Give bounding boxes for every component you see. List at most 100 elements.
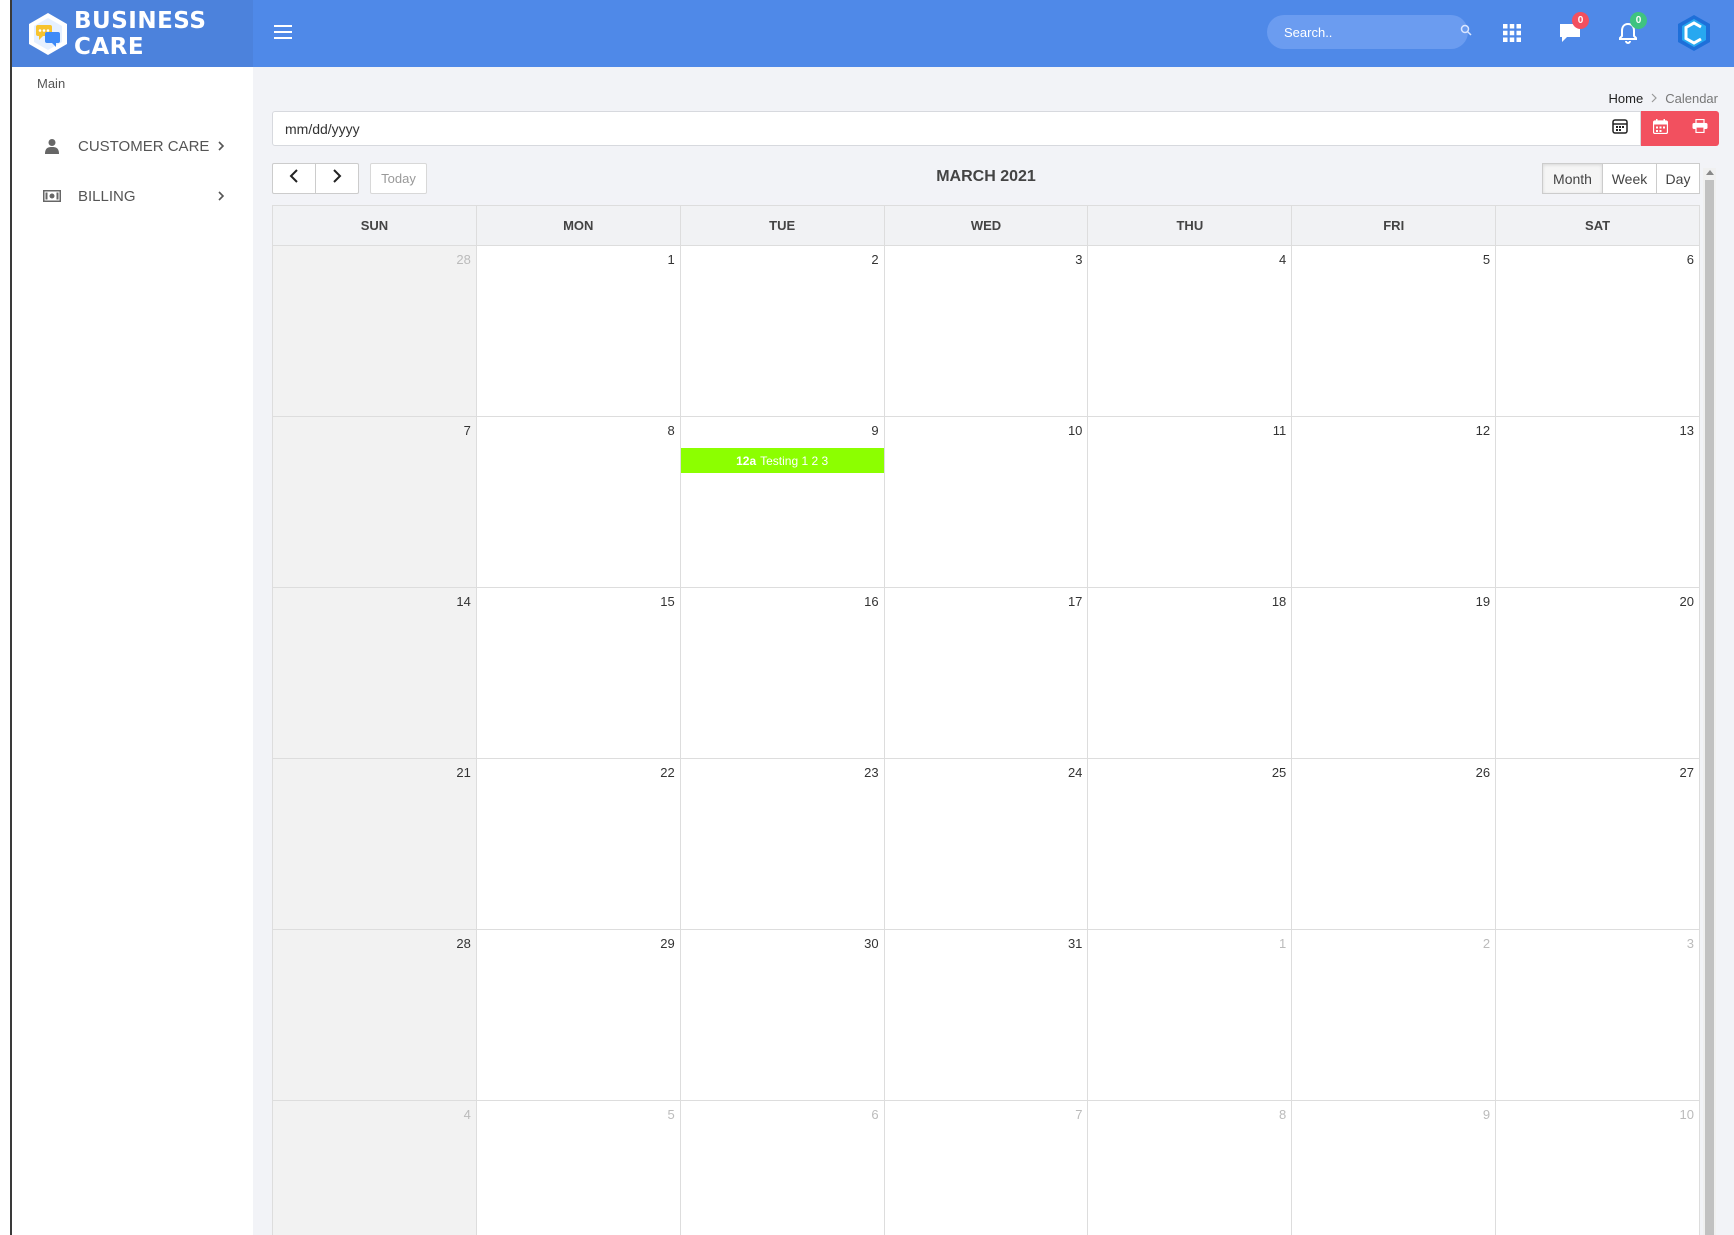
day-cell[interactable]: 22 <box>476 759 681 930</box>
day-number[interactable]: 4 <box>1279 252 1286 267</box>
day-number[interactable]: 16 <box>864 594 878 609</box>
day-cell[interactable]: 21 <box>273 759 477 930</box>
day-number[interactable]: 21 <box>456 765 470 780</box>
date-picker-icon[interactable] <box>1612 118 1628 139</box>
day-cell[interactable]: 9 12a Testing 1 2 3 <box>680 417 885 588</box>
calendar-filter-button[interactable] <box>1641 111 1680 146</box>
day-number[interactable]: 22 <box>660 765 674 780</box>
day-cell[interactable]: 6 <box>680 1101 885 1235</box>
day-number[interactable]: 27 <box>1680 765 1694 780</box>
apps-grid-icon[interactable] <box>1497 18 1527 48</box>
day-cell[interactable]: 3 <box>1496 930 1700 1101</box>
vertical-scrollbar[interactable] <box>1703 168 1716 1235</box>
day-cell[interactable]: 7 <box>273 417 477 588</box>
day-number[interactable]: 3 <box>1687 936 1694 951</box>
day-cell[interactable]: 15 <box>476 588 681 759</box>
day-cell[interactable]: 28 <box>273 930 477 1101</box>
day-cell[interactable]: 14 <box>273 588 477 759</box>
day-cell[interactable]: 26 <box>1292 759 1497 930</box>
day-cell[interactable]: 10 <box>884 417 1089 588</box>
day-number[interactable]: 7 <box>1075 1107 1082 1122</box>
day-number[interactable]: 8 <box>1279 1107 1286 1122</box>
day-number[interactable]: 14 <box>456 594 470 609</box>
day-cell[interactable]: 5 <box>1292 246 1497 417</box>
day-cell[interactable]: 24 <box>884 759 1089 930</box>
day-number[interactable]: 13 <box>1680 423 1694 438</box>
day-cell[interactable]: 1 <box>1088 930 1293 1101</box>
day-number[interactable]: 8 <box>667 423 674 438</box>
day-number[interactable]: 15 <box>660 594 674 609</box>
day-number[interactable]: 3 <box>1075 252 1082 267</box>
brand-logo[interactable]: BUSINESS CARE <box>12 0 253 67</box>
scroll-up-arrow-icon[interactable] <box>1706 170 1714 175</box>
day-number[interactable]: 24 <box>1068 765 1082 780</box>
prev-month-button[interactable] <box>272 163 316 194</box>
day-cell[interactable]: 5 <box>476 1101 681 1235</box>
day-number[interactable]: 10 <box>1068 423 1082 438</box>
view-day-button[interactable]: Day <box>1656 163 1700 194</box>
day-number[interactable]: 9 <box>1483 1107 1490 1122</box>
day-cell[interactable]: 4 <box>273 1101 477 1235</box>
day-number[interactable]: 5 <box>667 1107 674 1122</box>
day-cell[interactable]: 8 <box>1088 1101 1293 1235</box>
day-cell[interactable]: 2 <box>680 246 885 417</box>
day-cell[interactable]: 16 <box>680 588 885 759</box>
calendar-event[interactable]: 12a Testing 1 2 3 <box>680 448 884 473</box>
day-number[interactable]: 12 <box>1476 423 1490 438</box>
day-cell[interactable]: 10 <box>1496 1101 1700 1235</box>
next-month-button[interactable] <box>315 163 359 194</box>
day-number[interactable]: 19 <box>1476 594 1490 609</box>
day-cell[interactable]: 6 <box>1496 246 1700 417</box>
day-number[interactable]: 10 <box>1680 1107 1694 1122</box>
day-cell[interactable]: 11 <box>1088 417 1293 588</box>
day-number[interactable]: 7 <box>464 423 471 438</box>
day-number[interactable]: 17 <box>1068 594 1082 609</box>
print-button[interactable] <box>1680 111 1719 146</box>
day-number[interactable]: 30 <box>864 936 878 951</box>
notifications-bell-icon[interactable]: 0 <box>1613 12 1647 48</box>
date-input[interactable] <box>285 120 1612 137</box>
sidebar-item-billing[interactable]: BILLING <box>12 176 253 216</box>
day-number[interactable]: 25 <box>1272 765 1286 780</box>
menu-toggle-icon[interactable] <box>272 21 294 43</box>
day-cell[interactable]: 19 <box>1292 588 1497 759</box>
day-number[interactable]: 26 <box>1476 765 1490 780</box>
view-month-button[interactable]: Month <box>1542 163 1603 194</box>
day-cell[interactable]: 17 <box>884 588 1089 759</box>
day-number[interactable]: 4 <box>464 1107 471 1122</box>
day-cell[interactable]: 12 <box>1292 417 1497 588</box>
day-cell[interactable]: 9 <box>1292 1101 1497 1235</box>
day-number[interactable]: 6 <box>871 1107 878 1122</box>
day-number[interactable]: 31 <box>1068 936 1082 951</box>
day-cell[interactable]: 29 <box>476 930 681 1101</box>
day-cell[interactable]: 4 <box>1088 246 1293 417</box>
day-cell[interactable]: 31 <box>884 930 1089 1101</box>
day-cell[interactable]: 20 <box>1496 588 1700 759</box>
day-number[interactable]: 29 <box>660 936 674 951</box>
scrollbar-thumb[interactable] <box>1705 180 1714 1235</box>
search-input[interactable] <box>1284 24 1460 40</box>
day-cell[interactable]: 28 <box>273 246 477 417</box>
day-cell[interactable]: 1 <box>476 246 681 417</box>
day-number[interactable]: 1 <box>1279 936 1286 951</box>
messages-icon[interactable]: 0 <box>1555 12 1589 48</box>
day-number[interactable]: 5 <box>1483 252 1490 267</box>
day-cell[interactable]: 25 <box>1088 759 1293 930</box>
day-cell[interactable]: 3 <box>884 246 1089 417</box>
day-number[interactable]: 28 <box>456 252 470 267</box>
day-cell[interactable]: 30 <box>680 930 885 1101</box>
day-number[interactable]: 23 <box>864 765 878 780</box>
day-number[interactable]: 11 <box>1273 423 1287 438</box>
search-icon[interactable] <box>1460 23 1472 41</box>
breadcrumb-home[interactable]: Home <box>1609 91 1644 106</box>
day-number[interactable]: 9 <box>871 423 878 438</box>
day-cell[interactable]: 18 <box>1088 588 1293 759</box>
day-number[interactable]: 20 <box>1680 594 1694 609</box>
view-week-button[interactable]: Week <box>1602 163 1657 194</box>
day-cell[interactable]: 13 <box>1496 417 1700 588</box>
day-cell[interactable]: 2 <box>1292 930 1497 1101</box>
sidebar-item-customer-care[interactable]: CUSTOMER CARE <box>12 126 253 166</box>
day-number[interactable]: 1 <box>667 252 674 267</box>
day-number[interactable]: 28 <box>456 936 470 951</box>
day-number[interactable]: 2 <box>1483 936 1490 951</box>
